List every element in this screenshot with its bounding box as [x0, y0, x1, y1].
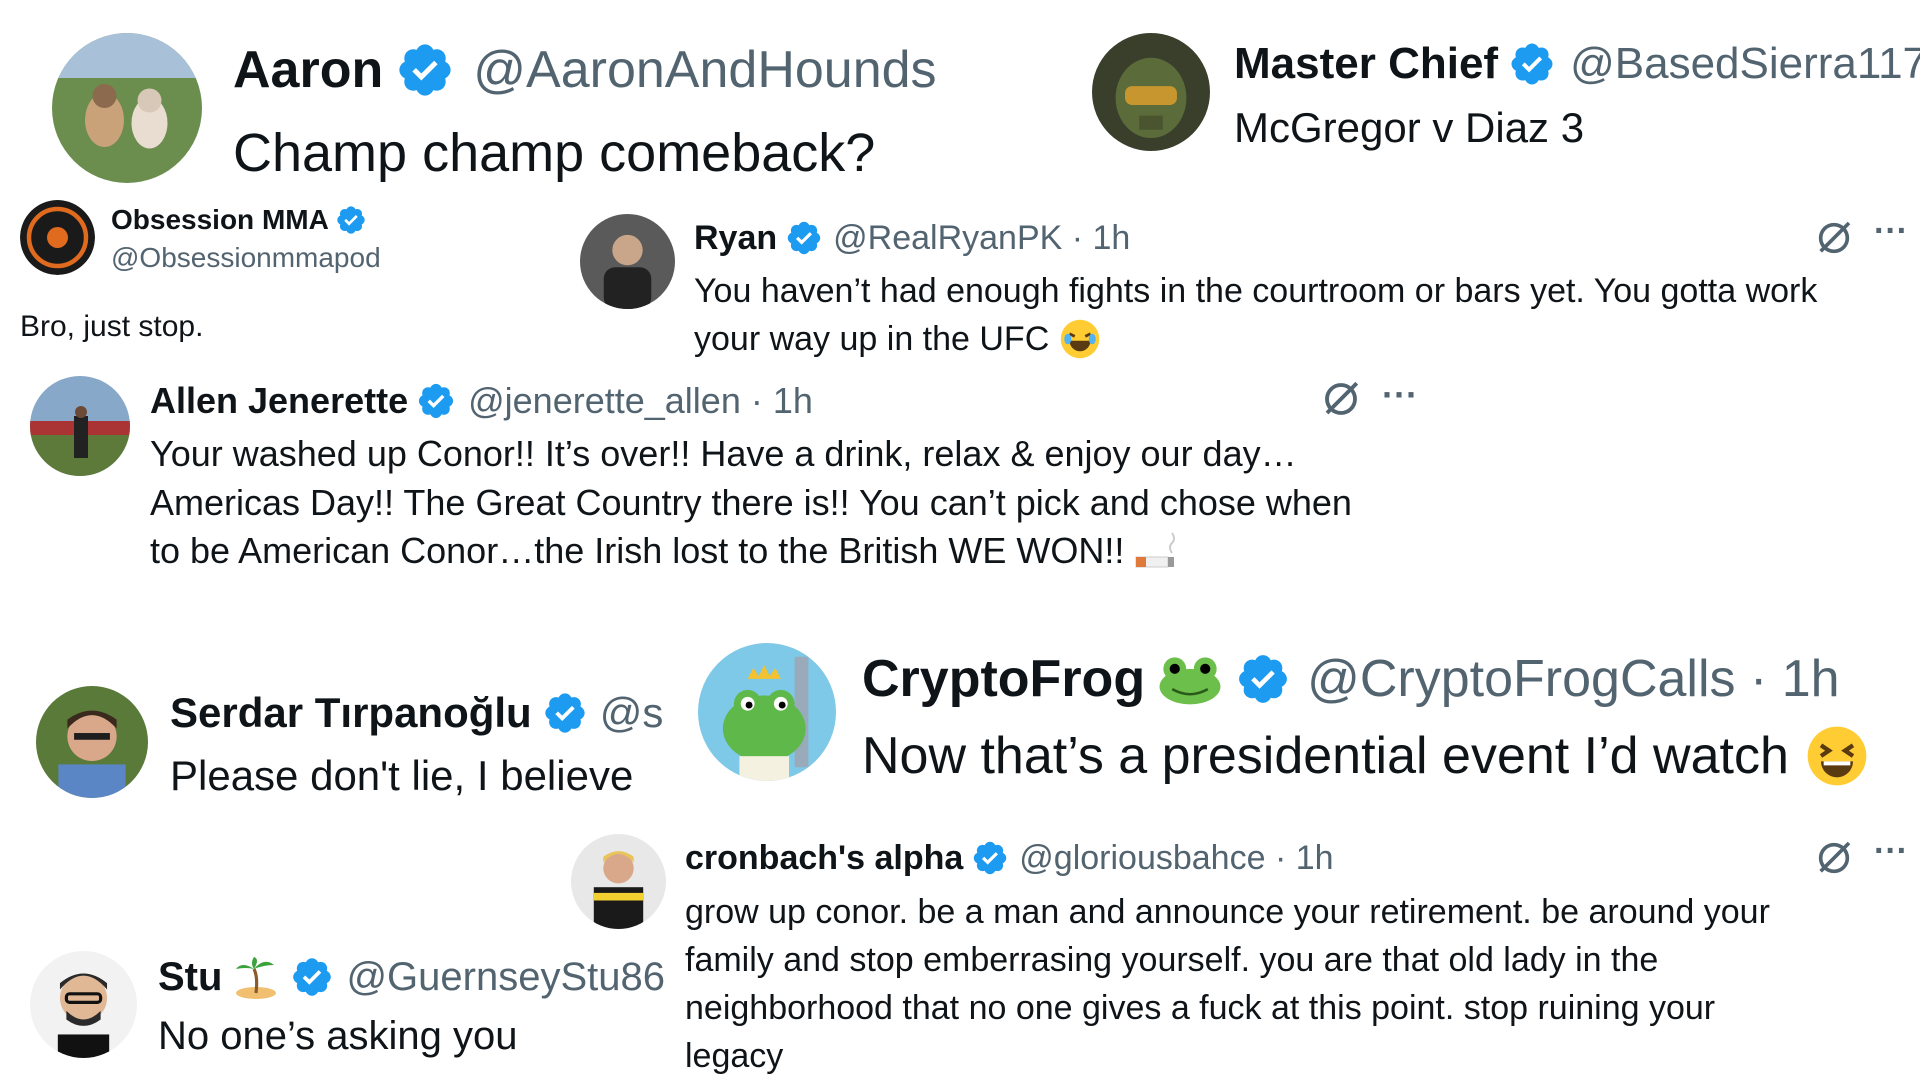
- display-name[interactable]: Serdar Tırpanoğlu: [170, 689, 532, 737]
- tweet-text: Bro, just stop.: [20, 310, 204, 343]
- user-handle[interactable]: @gloriousbahce · 1h: [1019, 839, 1333, 878]
- avatar[interactable]: [1092, 33, 1210, 151]
- verified-badge-icon: [416, 381, 456, 421]
- verified-badge-icon: [1508, 40, 1556, 88]
- tweet-text-line: your way up in the UFC: [694, 319, 1050, 358]
- avatar[interactable]: [30, 376, 130, 476]
- display-name[interactable]: cronbach's alpha: [685, 839, 963, 878]
- display-name[interactable]: Stu: [158, 955, 222, 1000]
- tweet-text-line: Your washed up Conor!! It’s over!! Have …: [150, 433, 1297, 474]
- more-icon[interactable]: ···: [1874, 212, 1908, 251]
- avatar[interactable]: [580, 214, 675, 309]
- verified-badge-icon: [971, 839, 1009, 877]
- tweet-text: Now that’s a presidential event I’d watc…: [862, 727, 1789, 785]
- grok-icon[interactable]: [1814, 218, 1854, 258]
- tweet-text-line: legacy: [685, 1037, 784, 1075]
- grok-icon[interactable]: [1320, 378, 1362, 420]
- more-icon[interactable]: ···: [1874, 832, 1908, 871]
- more-icon[interactable]: ···: [1382, 374, 1418, 416]
- display-name[interactable]: Ryan: [694, 219, 777, 258]
- avatar[interactable]: [52, 33, 202, 183]
- verified-badge-icon: [785, 219, 823, 257]
- tweet-text-line: You haven’t had enough fights in the cou…: [694, 272, 1818, 310]
- cigarette-emoji-icon: [1134, 529, 1182, 573]
- tweet-text-line: neighborhood that no one gives a fuck at…: [685, 989, 1716, 1027]
- display-name[interactable]: CryptoFrog: [862, 649, 1145, 709]
- avatar[interactable]: [30, 951, 137, 1058]
- grinning-squint-emoji-icon: [1805, 724, 1869, 788]
- avatar[interactable]: [571, 834, 666, 929]
- user-handle[interactable]: @BasedSierra117: [1570, 39, 1920, 89]
- frog-emoji-icon: [1157, 653, 1223, 705]
- user-handle[interactable]: @Obsessionmmapod: [111, 242, 381, 274]
- tweet-text-line: Americas Day!! The Great Country there i…: [150, 482, 1352, 523]
- tweet-text: No one’s asking you: [158, 1014, 518, 1058]
- display-name[interactable]: Aaron: [233, 40, 383, 100]
- island-emoji-icon: [232, 953, 280, 1001]
- verified-badge-icon: [290, 955, 334, 999]
- tweet-text-line: to be American Conor…the Irish lost to t…: [150, 530, 1125, 571]
- laughing-emoji-icon: [1059, 318, 1101, 360]
- tweet-text: McGregor v Diaz 3: [1234, 104, 1585, 151]
- avatar[interactable]: [20, 200, 95, 275]
- verified-badge-icon: [395, 40, 455, 100]
- tweet-text-line: grow up conor. be a man and announce you…: [685, 893, 1770, 931]
- tweet-text: Please don't lie, I believe: [170, 752, 634, 799]
- verified-badge-icon: [1235, 651, 1291, 707]
- display-name[interactable]: Master Chief: [1234, 39, 1498, 89]
- tweet-text-line: family and stop emberrasing yourself. yo…: [685, 941, 1659, 979]
- tweet-text: Champ champ comeback?: [233, 123, 876, 183]
- display-name[interactable]: Allen Jenerette: [150, 380, 408, 422]
- grok-icon[interactable]: [1814, 838, 1854, 878]
- user-handle[interactable]: @GuernseyStu86: [346, 955, 665, 1000]
- user-handle[interactable]: @s: [600, 689, 664, 737]
- avatar[interactable]: [698, 643, 836, 781]
- display-name[interactable]: Obsession MMA: [111, 204, 329, 236]
- verified-badge-icon: [335, 204, 367, 236]
- user-handle[interactable]: @RealRyanPK · 1h: [833, 219, 1130, 258]
- avatar[interactable]: [36, 686, 148, 798]
- user-handle[interactable]: @jenerette_allen · 1h: [468, 380, 813, 422]
- user-handle[interactable]: @CryptoFrogCalls · 1h: [1307, 649, 1840, 709]
- verified-badge-icon: [542, 690, 588, 736]
- user-handle[interactable]: @AaronAndHounds: [473, 40, 936, 100]
